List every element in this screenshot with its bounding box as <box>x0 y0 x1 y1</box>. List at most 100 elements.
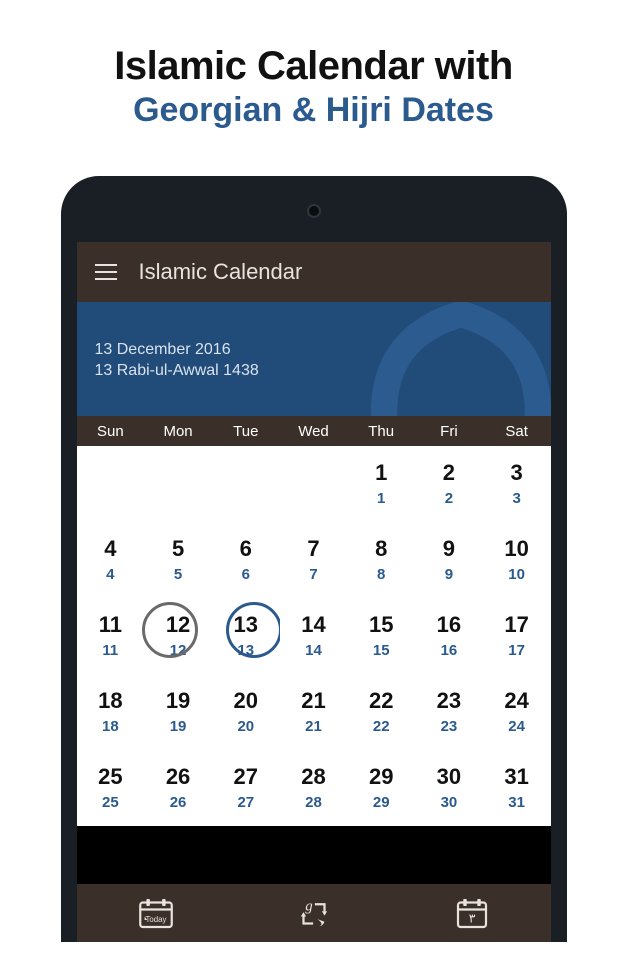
calendar-cell[interactable]: 2020 <box>212 674 280 750</box>
weekday-label: Thu <box>347 423 415 440</box>
weekday-label: Wed <box>280 423 348 440</box>
hijri-day: 14 <box>305 642 322 659</box>
hijri-day: 26 <box>170 794 187 811</box>
gregorian-day: 10 <box>504 538 528 560</box>
gregorian-day: 20 <box>234 690 258 712</box>
gregorian-day: 26 <box>166 766 190 788</box>
hijri-day: 30 <box>441 794 458 811</box>
hijri-day: 20 <box>237 718 254 735</box>
calendar-cell[interactable]: 3131 <box>483 750 551 826</box>
promo-heading-2: Georgian & Hijri Dates <box>0 91 627 130</box>
hijri-day: 24 <box>508 718 525 735</box>
svg-text:٣: ٣ <box>468 912 475 926</box>
gregorian-day: 11 <box>99 614 122 636</box>
gregorian-day: 18 <box>98 690 122 712</box>
calendar-cell[interactable]: 77 <box>280 522 348 598</box>
gregorian-day: 27 <box>234 766 258 788</box>
calendar-cell[interactable]: 88 <box>347 522 415 598</box>
calendar-grid: 1122334455667788991010111112121313141415… <box>77 446 551 826</box>
hijri-day: 13 <box>237 642 254 659</box>
date-banner: 13 December 2016 13 Rabi-ul-Awwal 1438 <box>77 302 551 416</box>
hijri-day: 5 <box>174 566 182 583</box>
calendar-cell <box>280 446 348 522</box>
calendar-cell[interactable]: 2323 <box>415 674 483 750</box>
calendar-cell[interactable]: 33 <box>483 446 551 522</box>
calendar-cell[interactable]: 2929 <box>347 750 415 826</box>
menu-icon[interactable] <box>95 264 117 280</box>
gregorian-day: 21 <box>301 690 325 712</box>
calendar-cell[interactable]: 2525 <box>77 750 145 826</box>
gregorian-day: 23 <box>437 690 461 712</box>
hijri-day: 12 <box>170 642 187 659</box>
gregorian-day: 25 <box>98 766 122 788</box>
device-camera <box>307 204 321 218</box>
convert-icon: g <box>293 895 335 931</box>
calendar-cell[interactable]: 2121 <box>280 674 348 750</box>
gregorian-date: 13 December 2016 <box>95 340 533 361</box>
hijri-day: 4 <box>106 566 114 583</box>
hijri-day: 10 <box>508 566 525 583</box>
hijri-day: 8 <box>377 566 385 583</box>
calendar-cell[interactable]: 22 <box>415 446 483 522</box>
hijri-day: 27 <box>237 794 254 811</box>
gregorian-day: 3 <box>511 462 523 484</box>
calendar-cell[interactable]: 1919 <box>144 674 212 750</box>
today-button[interactable]: Today <box>77 884 235 942</box>
gregorian-day: 14 <box>301 614 325 636</box>
calendar-cell[interactable]: 1414 <box>280 598 348 674</box>
hijri-day: 1 <box>377 490 385 507</box>
calendar-cell[interactable]: 2828 <box>280 750 348 826</box>
calendar-cell[interactable]: 1818 <box>77 674 145 750</box>
hijri-day: 11 <box>102 642 118 659</box>
gregorian-day: 29 <box>369 766 393 788</box>
gregorian-day: 4 <box>104 538 116 560</box>
calendar-cell[interactable]: 1616 <box>415 598 483 674</box>
calendar-cell[interactable]: 1313 <box>212 598 280 674</box>
gregorian-day: 2 <box>443 462 455 484</box>
convert-button[interactable]: g <box>235 884 393 942</box>
gregorian-day: 22 <box>369 690 393 712</box>
hijri-day: 3 <box>512 490 520 507</box>
hijri-day: 16 <box>441 642 458 659</box>
hijri-day: 7 <box>309 566 317 583</box>
app-title: Islamic Calendar <box>139 259 303 285</box>
gregorian-day: 17 <box>504 614 528 636</box>
promo-heading-1: Islamic Calendar with <box>0 44 627 89</box>
gregorian-day: 19 <box>166 690 190 712</box>
calendar-cell[interactable]: 66 <box>212 522 280 598</box>
gregorian-day: 31 <box>504 766 528 788</box>
weekday-label: Sun <box>77 423 145 440</box>
weekday-header: Sun Mon Tue Wed Thu Fri Sat <box>77 416 551 446</box>
app-screen: Islamic Calendar 13 December 2016 13 Rab… <box>77 242 551 942</box>
device-frame: Islamic Calendar 13 December 2016 13 Rab… <box>61 176 567 942</box>
hijri-day: 19 <box>170 718 187 735</box>
calendar-cell[interactable]: 1212 <box>144 598 212 674</box>
hijri-day: 6 <box>242 566 250 583</box>
calendar-cell[interactable]: 2222 <box>347 674 415 750</box>
calendar-cell[interactable]: 2424 <box>483 674 551 750</box>
calendar-cell[interactable]: 55 <box>144 522 212 598</box>
hijri-day: 25 <box>102 794 119 811</box>
calendar-cell[interactable]: 99 <box>415 522 483 598</box>
calendar-cell[interactable]: 2626 <box>144 750 212 826</box>
gregorian-day: 6 <box>240 538 252 560</box>
app-bar: Islamic Calendar <box>77 242 551 302</box>
gregorian-day: 12 <box>166 614 190 636</box>
calendar-cell[interactable]: 1111 <box>77 598 145 674</box>
calendar-cell[interactable]: 2727 <box>212 750 280 826</box>
calendar-cell[interactable]: 3030 <box>415 750 483 826</box>
hijri-day: 28 <box>305 794 322 811</box>
hijri-day: 17 <box>508 642 525 659</box>
gregorian-day: 5 <box>172 538 184 560</box>
hijri-day: 22 <box>373 718 390 735</box>
calendar-cell[interactable]: 1010 <box>483 522 551 598</box>
calendar-cell[interactable]: 1717 <box>483 598 551 674</box>
calendar-cell[interactable]: 44 <box>77 522 145 598</box>
calendar-cell[interactable]: 1515 <box>347 598 415 674</box>
calendar-cell[interactable]: 11 <box>347 446 415 522</box>
calendar-today-icon: Today <box>135 895 177 931</box>
gregorian-day: 13 <box>234 614 258 636</box>
gregorian-day: 30 <box>437 766 461 788</box>
hijri-day: 18 <box>102 718 119 735</box>
events-button[interactable]: ٣ <box>393 884 551 942</box>
